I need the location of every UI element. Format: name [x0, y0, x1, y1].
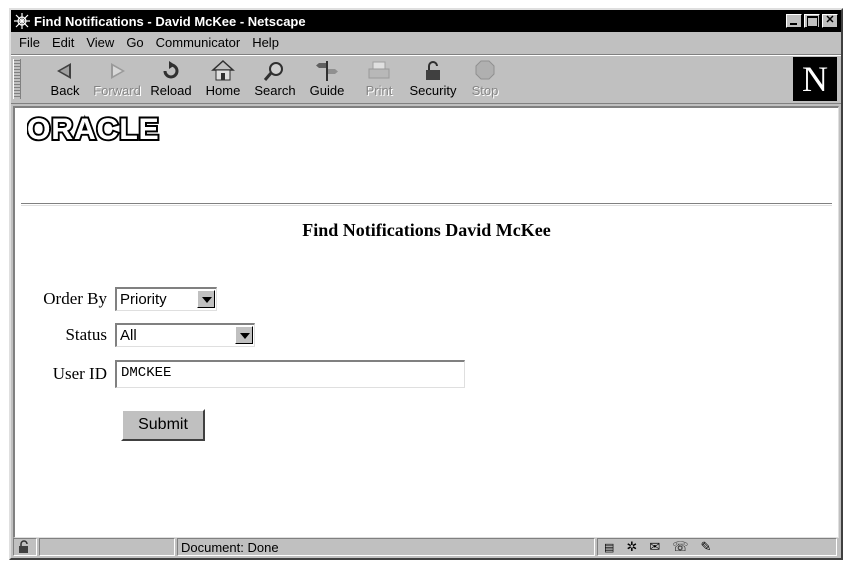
forward-icon [111, 63, 125, 79]
oracle-logo-text-fill: ORACLE [27, 113, 160, 146]
order-by-select[interactable]: Priority [115, 287, 217, 311]
netscape-app-icon [14, 13, 30, 29]
search-label: Search [254, 83, 296, 98]
security-status-cell[interactable] [13, 538, 37, 556]
progress-cell [39, 538, 175, 556]
reload-button[interactable]: Reload [145, 59, 197, 103]
composer-icon[interactable]: ✎ [700, 539, 711, 555]
reload-label: Reload [150, 83, 192, 98]
print-label: Print [365, 83, 393, 98]
submit-button[interactable]: Submit [121, 409, 205, 441]
menu-edit[interactable]: Edit [46, 35, 80, 50]
security-lock-icon [426, 61, 440, 80]
menu-bar: File Edit View Go Communicator Help [11, 32, 841, 52]
netscape-logo[interactable]: N [793, 57, 837, 101]
menu-go[interactable]: Go [120, 35, 149, 50]
guide-button[interactable]: Guide [301, 59, 353, 103]
guide-icon [316, 61, 338, 81]
page-title: Find Notifications David McKee [302, 220, 551, 240]
mail-icon[interactable]: ✉ [649, 539, 660, 555]
unlocked-padlock-icon [19, 540, 28, 553]
menu-help[interactable]: Help [246, 35, 285, 50]
status-value: All [120, 327, 137, 344]
window-title: Find Notifications - David McKee - Netsc… [34, 13, 306, 29]
stop-button[interactable]: Stop [459, 59, 511, 103]
forward-button[interactable]: Forward [91, 59, 143, 103]
browser-window: Find Notifications - David McKee - Netsc… [9, 8, 843, 560]
back-label: Back [50, 83, 80, 98]
security-button[interactable]: Security [407, 59, 459, 103]
menu-view[interactable]: View [80, 35, 120, 50]
page-content: ORACLE ORACLE Find Notifications David M… [13, 106, 839, 538]
order-by-row: Order By Priority [15, 286, 217, 312]
stop-icon [475, 60, 495, 80]
component-bar-grip[interactable]: ▤ [604, 541, 614, 554]
user-id-label: User ID [52, 364, 107, 383]
back-icon [57, 63, 71, 79]
search-icon [263, 62, 283, 81]
chevron-down-icon[interactable] [197, 290, 215, 308]
stop-label: Stop [471, 83, 499, 98]
menu-file[interactable]: File [13, 35, 46, 50]
security-label: Security [409, 83, 457, 98]
component-bar: ▤ ✲ ✉ ☏ ✎ [597, 538, 837, 556]
forward-label: Forward [93, 83, 141, 98]
user-id-input[interactable]: DMCKEE [115, 360, 465, 388]
toolbar-grip-handle[interactable] [13, 59, 21, 99]
navigator-icon[interactable]: ✲ [626, 539, 637, 555]
maximize-button[interactable] [804, 14, 820, 28]
back-button[interactable]: Back [39, 59, 91, 103]
user-id-row: User ID DMCKEE [15, 360, 465, 388]
minimize-button[interactable] [786, 14, 802, 28]
title-bar: Find Notifications - David McKee - Netsc… [11, 10, 841, 32]
home-icon [211, 59, 235, 81]
status-select[interactable]: All [115, 323, 255, 347]
search-button[interactable]: Search [249, 59, 301, 103]
order-by-value: Priority [120, 291, 167, 308]
print-icon [368, 61, 390, 79]
horizontal-divider [21, 203, 832, 206]
print-button[interactable]: Print [353, 59, 405, 103]
discussion-icon[interactable]: ☏ [672, 539, 688, 555]
chevron-down-icon[interactable] [235, 326, 253, 344]
status-row: Status All [15, 322, 255, 348]
navigation-toolbar: Back Forward Reload Home Search Guide Pr… [11, 54, 841, 104]
oracle-logo: ORACLE ORACLE [27, 112, 161, 146]
status-text: Document: Done [177, 538, 595, 556]
reload-icon [163, 61, 179, 79]
home-button[interactable]: Home [197, 59, 249, 103]
status-bar: Document: Done ▤ ✲ ✉ ☏ ✎ [11, 536, 841, 558]
order-by-label: Order By [43, 289, 107, 308]
menu-communicator[interactable]: Communicator [150, 35, 247, 50]
status-label: Status [65, 325, 107, 344]
close-button[interactable]: ✕ [822, 14, 838, 28]
home-label: Home [205, 83, 241, 98]
guide-label: Guide [309, 83, 345, 98]
